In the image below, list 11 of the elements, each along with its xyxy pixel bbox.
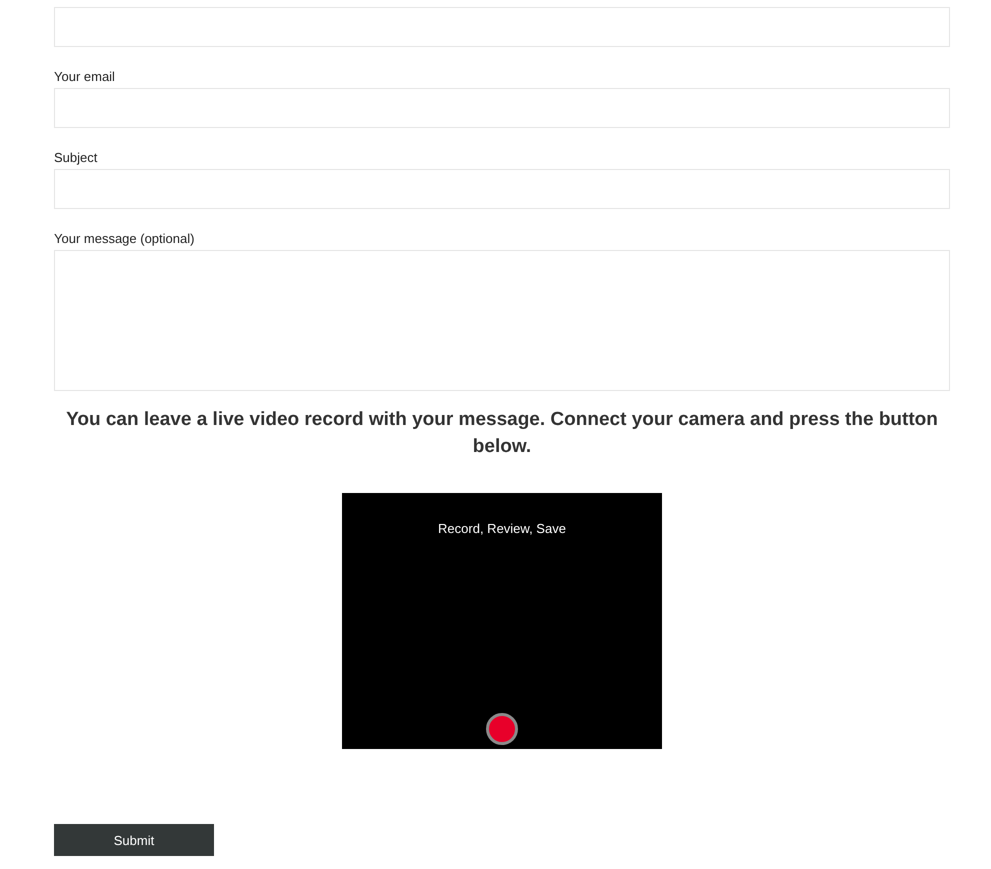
input-field[interactable] bbox=[54, 169, 950, 209]
record-button[interactable] bbox=[486, 713, 518, 745]
recorder-title: Record, Review, Save bbox=[438, 520, 566, 538]
message-field[interactable] bbox=[54, 250, 950, 391]
submit-button[interactable]: Submit bbox=[54, 824, 214, 856]
field-label: Subject bbox=[54, 149, 98, 167]
input-field[interactable] bbox=[54, 88, 950, 128]
video-prompt: You can leave a live video record with your message. Connect your camera and press the button below. bbox=[65, 408, 939, 459]
field-label: Your email bbox=[54, 68, 116, 86]
field-label: Your message (optional) bbox=[54, 230, 196, 248]
input-field[interactable] bbox=[54, 7, 950, 47]
